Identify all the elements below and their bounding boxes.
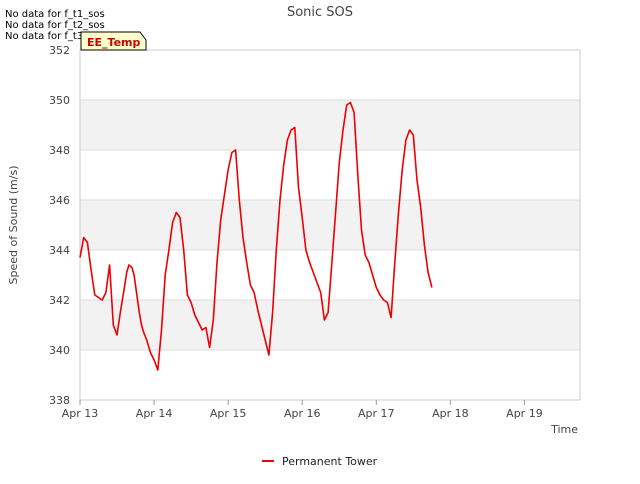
y-tick-label: 348 xyxy=(49,144,70,157)
plot-band xyxy=(80,350,580,400)
chart-title: Sonic SOS xyxy=(287,5,353,20)
plot-band xyxy=(80,300,580,350)
y-axis-label: Speed of Sound (m/s) xyxy=(7,166,20,285)
legend-label-permanent-tower: Permanent Tower xyxy=(282,455,378,468)
ee-temp-badge-label: EE_Temp xyxy=(87,36,140,49)
y-tick-label: 346 xyxy=(49,194,70,207)
x-tick-label: Apr 16 xyxy=(284,407,321,420)
x-tick-label: Apr 17 xyxy=(358,407,395,420)
y-tick-label: 344 xyxy=(49,244,70,257)
plot-band xyxy=(80,100,580,150)
y-tick-label: 342 xyxy=(49,294,70,307)
x-axis-label: Time xyxy=(550,423,578,436)
y-tick-label: 338 xyxy=(49,394,70,407)
y-tick-label: 340 xyxy=(49,344,70,357)
plot-bands xyxy=(80,50,580,400)
legend: Permanent Tower xyxy=(262,455,378,468)
x-tick-label: Apr 13 xyxy=(62,407,99,420)
x-axis-ticks: Apr 13 Apr 14 Apr 15 Apr 16 Apr 17 Apr 18 Apr … xyxy=(62,400,543,420)
x-tick-label: Apr 19 xyxy=(506,407,543,420)
plot-band xyxy=(80,200,580,250)
x-tick-label: Apr 18 xyxy=(432,407,469,420)
sonic-sos-chart: 338340342344346348350352 Apr 13 Apr 14 Apr… xyxy=(7,5,581,468)
x-tick-label: Apr 14 xyxy=(136,407,173,420)
y-axis-ticks: 338 340 342 344 346 348 350 352 xyxy=(49,44,70,407)
y-tick-label: 352 xyxy=(49,44,70,57)
plot-band xyxy=(80,50,580,100)
y-tick-label: 350 xyxy=(49,94,70,107)
chart-container: 338 340 342 344 346 348 350 352 Apr 13 Apr 14 Apr… xyxy=(0,0,640,480)
x-tick-label: Apr 15 xyxy=(210,407,247,420)
ee-temp-badge: EE_Temp xyxy=(80,31,147,51)
plot-band xyxy=(80,150,580,200)
